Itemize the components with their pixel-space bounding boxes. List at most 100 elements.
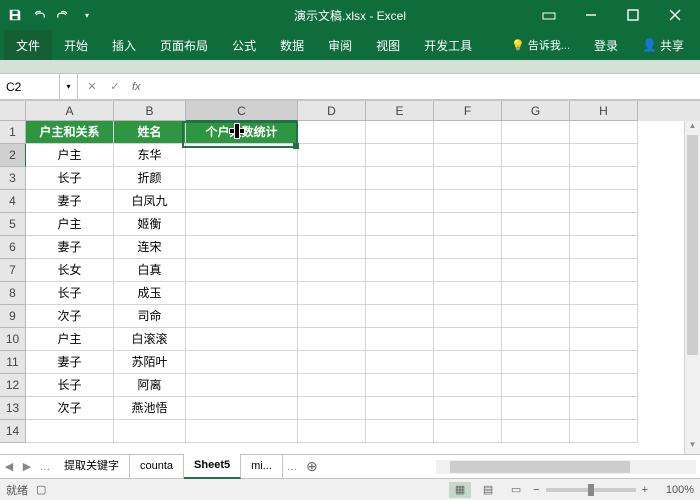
- col-header[interactable]: A: [26, 101, 114, 121]
- zoom-out-icon[interactable]: −: [533, 484, 539, 496]
- sheet-tab[interactable]: mi...: [241, 455, 283, 478]
- cell[interactable]: [434, 420, 502, 443]
- cell[interactable]: [434, 259, 502, 282]
- cell[interactable]: [366, 351, 434, 374]
- row-header[interactable]: 14: [0, 420, 26, 443]
- cell[interactable]: 长子: [26, 282, 114, 305]
- cell[interactable]: [366, 236, 434, 259]
- cell[interactable]: [434, 213, 502, 236]
- tab-review[interactable]: 审阅: [316, 30, 364, 60]
- cell[interactable]: [186, 167, 298, 190]
- cell[interactable]: [186, 144, 298, 167]
- cell[interactable]: [366, 144, 434, 167]
- zoom-slider[interactable]: [546, 488, 636, 492]
- col-header[interactable]: C: [186, 101, 298, 121]
- cell[interactable]: [502, 167, 570, 190]
- cell[interactable]: 阿离: [114, 374, 186, 397]
- cell[interactable]: [570, 259, 638, 282]
- cell[interactable]: [298, 351, 366, 374]
- cell[interactable]: 户主: [26, 328, 114, 351]
- tab-view[interactable]: 视图: [364, 30, 412, 60]
- cell[interactable]: [298, 259, 366, 282]
- redo-icon[interactable]: [52, 4, 74, 26]
- normal-view-icon[interactable]: ▦: [449, 482, 471, 498]
- row-header[interactable]: 4: [0, 190, 26, 213]
- cell[interactable]: 苏陌叶: [114, 351, 186, 374]
- qat-customize-icon[interactable]: ▾: [76, 4, 98, 26]
- select-all-corner[interactable]: [0, 101, 26, 121]
- row-header[interactable]: 11: [0, 351, 26, 374]
- cell[interactable]: 连宋: [114, 236, 186, 259]
- ribbon-options-icon[interactable]: [528, 0, 570, 30]
- cell[interactable]: 户主和关系: [26, 121, 114, 144]
- col-header[interactable]: D: [298, 101, 366, 121]
- login-button[interactable]: 登录: [582, 30, 630, 60]
- cell[interactable]: [298, 167, 366, 190]
- minimize-icon[interactable]: [570, 0, 612, 30]
- col-header[interactable]: H: [570, 101, 638, 121]
- cell[interactable]: 折颜: [114, 167, 186, 190]
- tab-file[interactable]: 文件: [4, 30, 52, 60]
- tab-formula[interactable]: 公式: [220, 30, 268, 60]
- cell[interactable]: [186, 259, 298, 282]
- cell[interactable]: 个户人数统计: [186, 121, 298, 144]
- cell[interactable]: [434, 328, 502, 351]
- cell[interactable]: [434, 397, 502, 420]
- cell[interactable]: 司命: [114, 305, 186, 328]
- cell[interactable]: [366, 190, 434, 213]
- row-header[interactable]: 6: [0, 236, 26, 259]
- scroll-thumb[interactable]: [450, 461, 630, 473]
- vertical-scrollbar[interactable]: ▲ ▼: [684, 121, 700, 454]
- cell[interactable]: [502, 420, 570, 443]
- save-icon[interactable]: [4, 4, 26, 26]
- cell[interactable]: [570, 351, 638, 374]
- cell[interactable]: [502, 397, 570, 420]
- cell[interactable]: 成玉: [114, 282, 186, 305]
- cell[interactable]: [502, 213, 570, 236]
- col-header[interactable]: B: [114, 101, 186, 121]
- col-header[interactable]: E: [366, 101, 434, 121]
- cell[interactable]: [186, 397, 298, 420]
- cell[interactable]: [570, 282, 638, 305]
- sheet-tab[interactable]: counta: [130, 455, 184, 478]
- row-header[interactable]: 1: [0, 121, 26, 144]
- sheet-tab[interactable]: Sheet5: [184, 454, 241, 479]
- sheet-nav-more-icon[interactable]: …: [36, 461, 54, 473]
- new-sheet-icon[interactable]: ⊕: [301, 458, 323, 475]
- cell[interactable]: [298, 144, 366, 167]
- row-header[interactable]: 8: [0, 282, 26, 305]
- formula-input[interactable]: [149, 74, 700, 99]
- page-break-view-icon[interactable]: ▭: [505, 482, 527, 498]
- cell[interactable]: [570, 236, 638, 259]
- cell[interactable]: [366, 213, 434, 236]
- cell[interactable]: 东华: [114, 144, 186, 167]
- cell[interactable]: [570, 397, 638, 420]
- sheet-tab[interactable]: 提取关键字: [54, 455, 130, 478]
- cell[interactable]: [298, 420, 366, 443]
- cell[interactable]: [186, 305, 298, 328]
- cell[interactable]: [434, 236, 502, 259]
- cell[interactable]: [298, 374, 366, 397]
- worksheet-grid[interactable]: A B C D E F G H 1户主和关系姓名个户人数统计2户主东华3长子折颜…: [0, 100, 700, 454]
- row-header[interactable]: 3: [0, 167, 26, 190]
- cell[interactable]: [186, 282, 298, 305]
- cell[interactable]: [366, 328, 434, 351]
- cell[interactable]: [570, 328, 638, 351]
- cell[interactable]: [298, 282, 366, 305]
- cell[interactable]: [434, 167, 502, 190]
- cell[interactable]: [186, 351, 298, 374]
- cell[interactable]: 妻子: [26, 236, 114, 259]
- sheet-more-icon[interactable]: …: [283, 461, 301, 473]
- cell[interactable]: [298, 121, 366, 144]
- cell[interactable]: 白凤九: [114, 190, 186, 213]
- cell[interactable]: [502, 190, 570, 213]
- cell[interactable]: [298, 236, 366, 259]
- cell[interactable]: 姬衡: [114, 213, 186, 236]
- cell[interactable]: [114, 420, 186, 443]
- cell[interactable]: [186, 328, 298, 351]
- scroll-thumb[interactable]: [687, 135, 698, 355]
- zoom-level[interactable]: 100%: [654, 484, 694, 496]
- macro-record-icon[interactable]: ▢: [36, 483, 46, 496]
- scroll-down-icon[interactable]: ▼: [685, 440, 700, 454]
- scroll-up-icon[interactable]: ▲: [685, 121, 700, 135]
